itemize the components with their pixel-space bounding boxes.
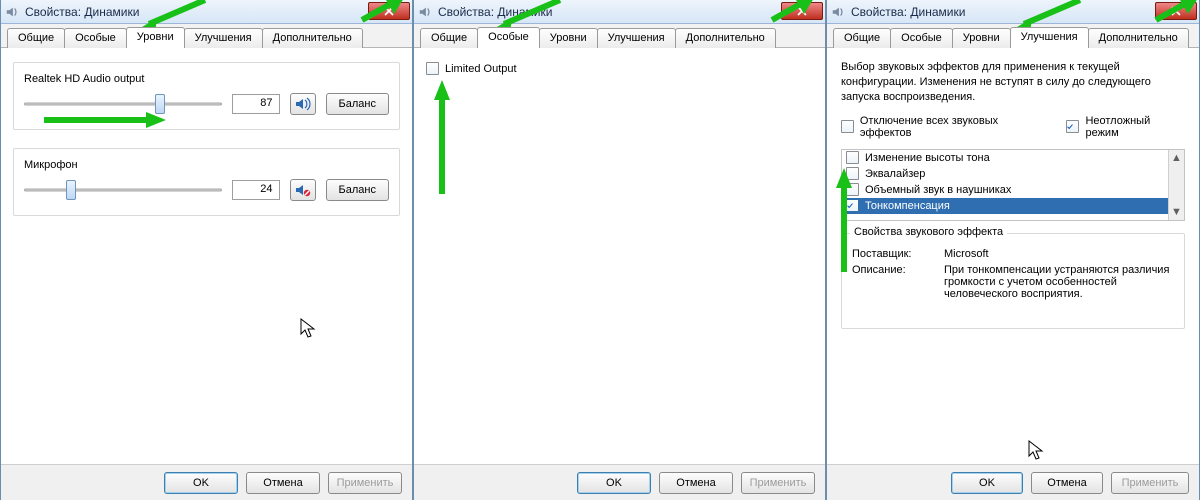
tab-levels[interactable]: Уровни (126, 27, 185, 48)
checkbox-icon (846, 167, 859, 180)
output-mute-button[interactable] (290, 93, 316, 115)
close-button[interactable] (368, 2, 410, 20)
tab-advanced[interactable]: Дополнительно (675, 28, 776, 48)
tab-enhance[interactable]: Улучшения (597, 28, 676, 48)
effect-item-equalizer[interactable]: Эквалайзер (842, 166, 1168, 182)
apply-button[interactable]: Применить (741, 472, 815, 494)
ok-button[interactable]: OK (164, 472, 238, 494)
effect-item-headphone-virt[interactable]: Объемный звук в наушниках (842, 182, 1168, 198)
effect-label: Объемный звук в наушниках (865, 184, 1011, 196)
effect-label: Изменение высоты тона (865, 152, 990, 164)
close-button[interactable] (1155, 2, 1197, 20)
tab-advanced[interactable]: Дополнительно (1088, 28, 1189, 48)
tab-general[interactable]: Общие (420, 28, 478, 48)
intro-text: Выбор звуковых эффектов для применения к… (841, 60, 1185, 105)
ok-button[interactable]: OK (577, 472, 651, 494)
output-label: Realtek HD Audio output (24, 73, 389, 85)
checkbox-icon (1066, 120, 1079, 133)
effect-item-loudness[interactable]: Тонкомпенсация (842, 198, 1168, 214)
title-text: Свойства: Динамики (25, 5, 139, 19)
output-value[interactable]: 87 (232, 94, 280, 114)
title-text: Свойства: Динамики (851, 5, 965, 19)
close-button[interactable] (781, 2, 823, 20)
group-microphone: Микрофон 24 Баланс (13, 148, 400, 216)
window-enhancements: Свойства: Динамики Общие Особые Уровни У… (826, 0, 1200, 500)
tab-custom[interactable]: Особые (477, 27, 540, 48)
immediate-mode-checkbox[interactable]: Неотложный режим (1066, 115, 1185, 139)
mic-label: Микрофон (24, 159, 389, 171)
output-balance-button[interactable]: Баланс (326, 93, 389, 115)
description-value: При тонкомпенсации устраняются различия … (944, 264, 1174, 300)
tab-enhance[interactable]: Улучшения (1010, 27, 1089, 48)
cancel-button[interactable]: Отмена (246, 472, 320, 494)
limited-output-label: Limited Output (445, 63, 517, 75)
effect-item-pitch[interactable]: Изменение высоты тона (842, 150, 1168, 166)
title-text: Свойства: Динамики (438, 5, 552, 19)
tab-strip: Общие Особые Уровни Улучшения Дополнител… (414, 24, 825, 48)
tab-enhance[interactable]: Улучшения (184, 28, 263, 48)
tab-advanced[interactable]: Дополнительно (262, 28, 363, 48)
scroll-down-icon[interactable]: ▼ (1169, 204, 1184, 220)
tab-levels[interactable]: Уровни (952, 28, 1011, 48)
tab-custom[interactable]: Особые (64, 28, 127, 48)
apply-button[interactable]: Применить (1111, 472, 1189, 494)
cancel-button[interactable]: Отмена (659, 472, 733, 494)
mic-value[interactable]: 24 (232, 180, 280, 200)
tab-custom[interactable]: Особые (890, 28, 953, 48)
group-output: Realtek HD Audio output 87 Баланс (13, 62, 400, 130)
checkbox-icon (426, 62, 439, 75)
effect-label: Эквалайзер (865, 168, 925, 180)
speaker-titlebar-icon (418, 5, 432, 19)
disable-all-label: Отключение всех звуковых эффектов (860, 115, 1051, 139)
titlebar[interactable]: Свойства: Динамики (1, 0, 412, 24)
limited-output-checkbox[interactable]: Limited Output (426, 62, 813, 75)
output-row: 87 Баланс (24, 93, 389, 115)
checkbox-icon (846, 199, 859, 212)
tab-strip: Общие Особые Уровни Улучшения Дополнител… (1, 24, 412, 48)
levels-panel: Realtek HD Audio output 87 Баланс Микроф… (1, 48, 412, 464)
button-bar: OK Отмена Применить (1, 464, 412, 500)
checkbox-icon (846, 183, 859, 196)
custom-panel: Limited Output (414, 48, 825, 464)
speaker-titlebar-icon (5, 5, 19, 19)
apply-button[interactable]: Применить (328, 472, 402, 494)
scroll-up-icon[interactable]: ▲ (1169, 150, 1184, 166)
window-custom: Свойства: Динамики Общие Особые Уровни У… (413, 0, 826, 500)
provider-value: Microsoft (944, 248, 1174, 260)
effect-label: Тонкомпенсация (865, 200, 950, 212)
effect-properties-group: Свойства звукового эффекта Поставщик: Mi… (841, 233, 1185, 329)
window-levels: Свойства: Динамики Общие Особые Уровни У… (0, 0, 413, 500)
tab-general[interactable]: Общие (833, 28, 891, 48)
effects-scrollbar[interactable]: ▲ ▼ (1168, 150, 1184, 220)
effect-properties-title: Свойства звукового эффекта (850, 226, 1007, 238)
mic-slider[interactable] (24, 179, 222, 201)
mic-row: 24 Баланс (24, 179, 389, 201)
output-slider[interactable] (24, 93, 222, 115)
ok-button[interactable]: OK (951, 472, 1023, 494)
tab-strip: Общие Особые Уровни Улучшения Дополнител… (827, 24, 1199, 48)
titlebar[interactable]: Свойства: Динамики (414, 0, 825, 24)
description-key: Описание: (852, 264, 932, 300)
checkbox-icon (846, 151, 859, 164)
disable-all-effects-checkbox[interactable]: Отключение всех звуковых эффектов (841, 115, 1050, 139)
tab-general[interactable]: Общие (7, 28, 65, 48)
titlebar[interactable]: Свойства: Динамики (827, 0, 1199, 24)
mic-balance-button[interactable]: Баланс (326, 179, 389, 201)
button-bar: OK Отмена Применить (827, 464, 1199, 500)
checkbox-icon (841, 120, 854, 133)
immediate-mode-label: Неотложный режим (1085, 115, 1185, 139)
button-bar: OK Отмена Применить (414, 464, 825, 500)
speaker-titlebar-icon (831, 5, 845, 19)
cancel-button[interactable]: Отмена (1031, 472, 1103, 494)
provider-key: Поставщик: (852, 248, 932, 260)
enhancements-panel: Выбор звуковых эффектов для применения к… (827, 48, 1199, 464)
mic-mute-button[interactable] (290, 179, 316, 201)
tab-levels[interactable]: Уровни (539, 28, 598, 48)
effects-list[interactable]: Изменение высоты тона Эквалайзер Объемны… (841, 149, 1185, 221)
